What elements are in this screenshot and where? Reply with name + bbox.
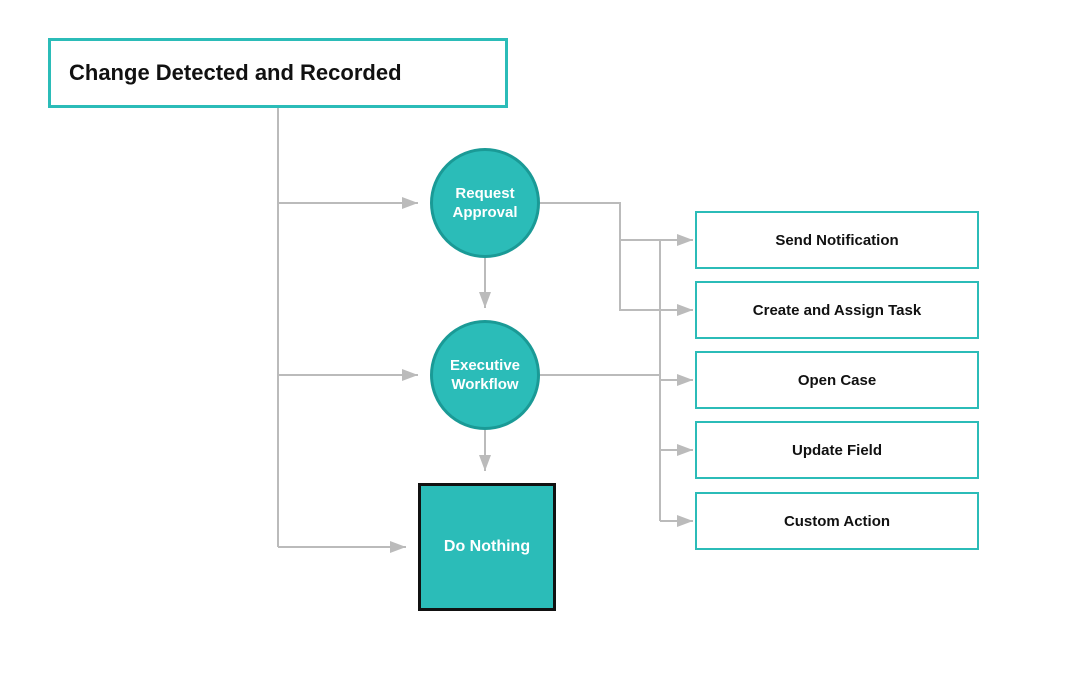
open-case-label: Open Case xyxy=(798,372,876,389)
custom-action-label: Custom Action xyxy=(784,513,890,530)
executive-workflow-label: ExecutiveWorkflow xyxy=(450,356,520,395)
create-assign-task-label: Create and Assign Task xyxy=(753,302,921,319)
start-box-label: Change Detected and Recorded xyxy=(69,60,402,86)
update-field-box: Update Field xyxy=(695,421,979,479)
do-nothing-label: Do Nothing xyxy=(444,537,530,558)
custom-action-box: Custom Action xyxy=(695,492,979,550)
request-approval-label: RequestApproval xyxy=(452,184,517,223)
request-approval-node: RequestApproval xyxy=(430,148,540,258)
send-notification-box: Send Notification xyxy=(695,211,979,269)
executive-workflow-node: ExecutiveWorkflow xyxy=(430,320,540,430)
send-notification-label: Send Notification xyxy=(775,232,898,249)
update-field-label: Update Field xyxy=(792,442,882,459)
ra-to-create-assign xyxy=(540,203,660,310)
create-assign-task-box: Create and Assign Task xyxy=(695,281,979,339)
open-case-box: Open Case xyxy=(695,351,979,409)
do-nothing-node: Do Nothing xyxy=(418,483,556,611)
start-box: Change Detected and Recorded xyxy=(48,38,508,108)
diagram-container: Change Detected and Recorded RequestAppr… xyxy=(0,0,1067,677)
ra-to-send-notification xyxy=(540,203,660,240)
